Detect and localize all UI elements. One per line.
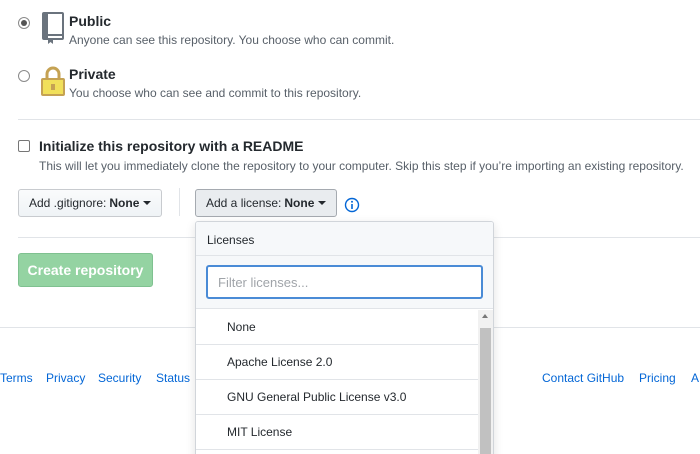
private-description: You choose who can see and commit to thi…: [69, 86, 362, 100]
license-option-none[interactable]: None: [196, 310, 478, 345]
dropdown-scrollbar[interactable]: [478, 310, 493, 454]
dropdown-header: Licenses: [196, 222, 493, 256]
chevron-down-icon: [318, 201, 327, 205]
footer-link-privacy[interactable]: Privacy: [46, 371, 85, 385]
license-list: None Apache License 2.0 GNU General Publ…: [196, 310, 478, 450]
scroll-thumb[interactable]: [480, 328, 491, 454]
footer-link-truncated[interactable]: A: [691, 371, 699, 385]
gitignore-label: Add .gitignore:: [29, 196, 107, 210]
license-dropdown: Licenses None Apache License 2.0 GNU Gen…: [195, 221, 494, 454]
chevron-down-icon: [143, 201, 152, 205]
readme-description: This will let you immediately clone the …: [39, 159, 684, 173]
public-description: Anyone can see this repository. You choo…: [69, 33, 395, 47]
visibility-public-option[interactable]: Public Anyone can see this repository. Y…: [18, 12, 394, 47]
scroll-up-icon[interactable]: [482, 314, 488, 318]
footer-link-contact[interactable]: Contact GitHub: [542, 371, 624, 385]
public-radio[interactable]: [18, 17, 30, 29]
license-option-mit[interactable]: MIT License: [196, 415, 478, 450]
footer-link-status[interactable]: Status: [156, 371, 190, 385]
add-gitignore-button[interactable]: Add .gitignore: None: [18, 189, 163, 217]
readme-label[interactable]: Initialize this repository with a README: [39, 138, 303, 154]
gitignore-value: None: [109, 196, 140, 210]
visibility-private-option[interactable]: Private You choose who can see and commi…: [18, 65, 361, 100]
public-title: Public: [69, 13, 112, 29]
lock-icon: [41, 66, 65, 96]
filter-wrapper: [196, 256, 493, 309]
license-option-gpl[interactable]: GNU General Public License v3.0: [196, 380, 478, 415]
create-repository-button[interactable]: Create repository: [18, 253, 153, 287]
footer-link-terms[interactable]: Terms: [0, 371, 33, 385]
private-radio[interactable]: [18, 70, 30, 82]
filter-licenses-input[interactable]: [206, 265, 483, 299]
footer-link-security[interactable]: Security: [98, 371, 141, 385]
readme-checkbox[interactable]: [18, 140, 30, 152]
button-separator: [179, 188, 180, 216]
private-title: Private: [69, 66, 116, 82]
info-icon[interactable]: [344, 197, 360, 213]
readme-section: Initialize this repository with a README…: [18, 138, 684, 173]
divider: [18, 119, 700, 120]
license-value: None: [284, 196, 315, 210]
license-label: Add a license:: [206, 196, 282, 210]
footer-link-pricing[interactable]: Pricing: [639, 371, 676, 385]
license-option-apache[interactable]: Apache License 2.0: [196, 345, 478, 380]
repo-icon: [42, 12, 64, 44]
add-license-button[interactable]: Add a license: None: [195, 189, 338, 217]
